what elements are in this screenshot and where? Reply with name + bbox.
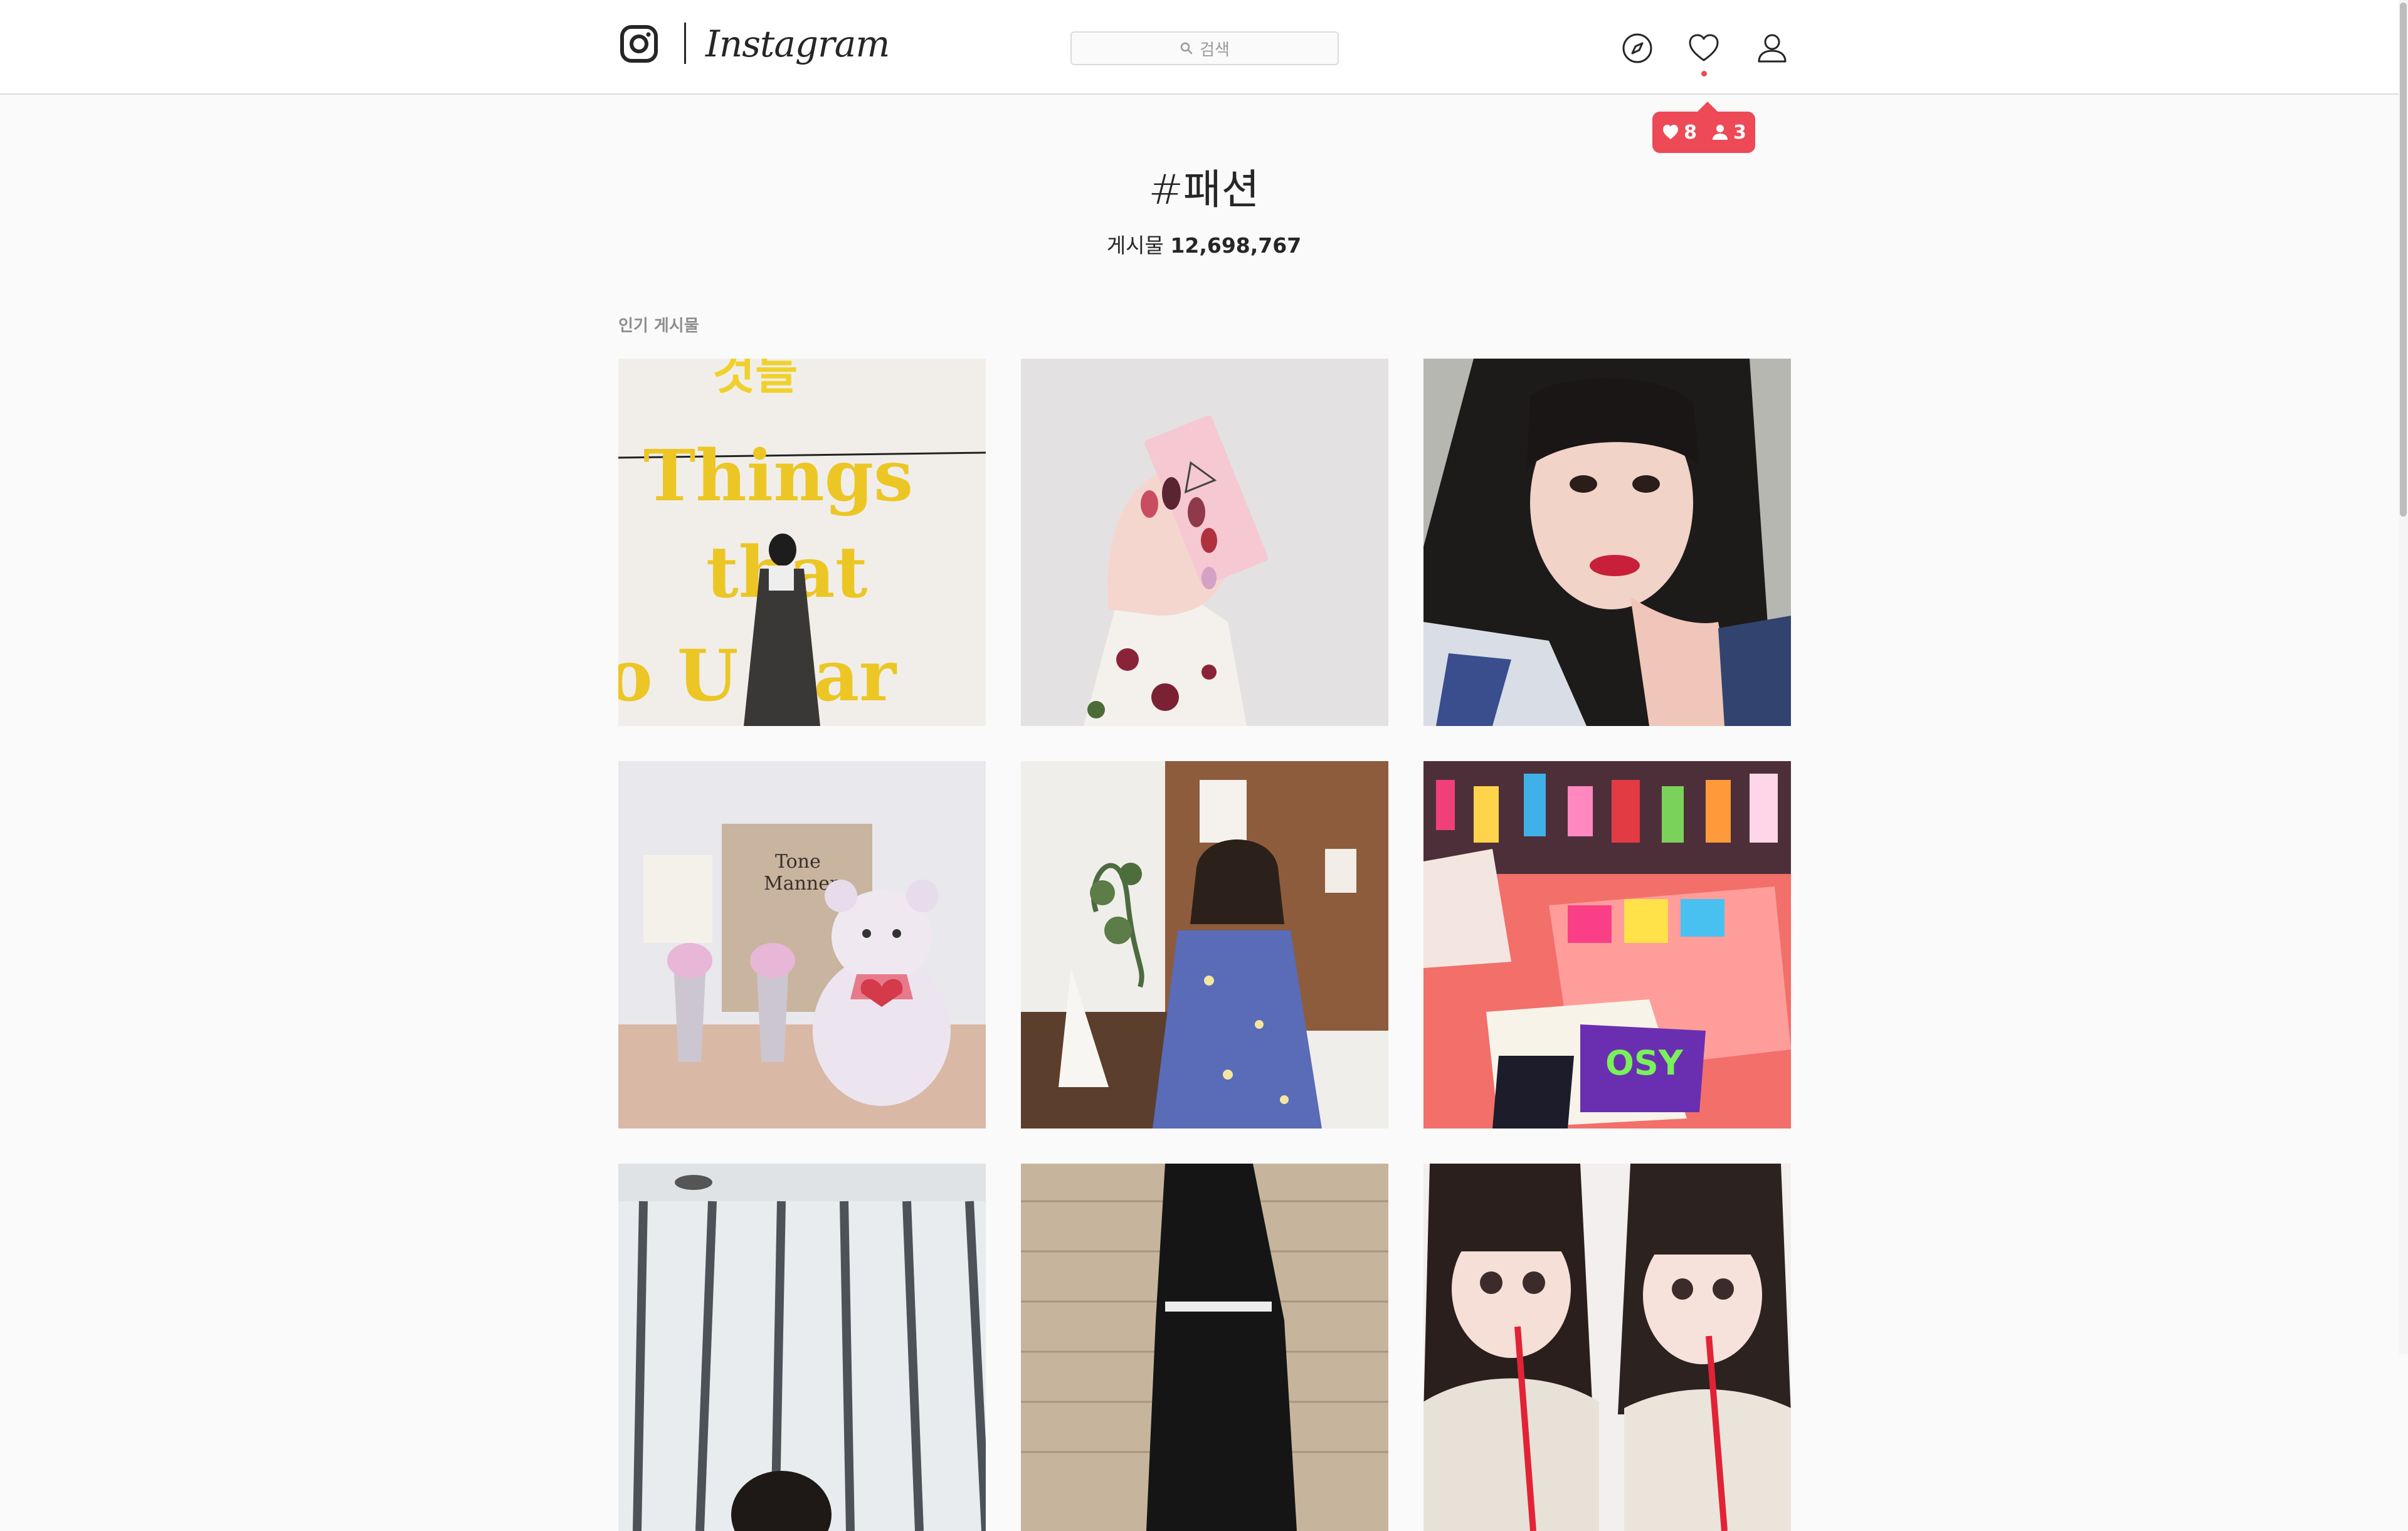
overlay-text-1: 것들	[712, 359, 798, 400]
activity-notification-popup[interactable]: 8 3	[1652, 102, 1755, 153]
post-image	[1021, 359, 1388, 726]
post-image	[1423, 359, 1791, 726]
post-thumbnail[interactable]: OSY	[1423, 761, 1791, 1129]
activity-indicator-dot	[1701, 71, 1707, 76]
post-count: 게시물 12,698,767	[0, 231, 2408, 261]
top-posts-grid: 것들 Things that o U Par	[618, 359, 1791, 1531]
svg-text:OSY: OSY	[1605, 1043, 1684, 1083]
brand-divider	[684, 23, 686, 64]
compass-icon	[1622, 33, 1652, 63]
follows-notification: 3	[1711, 122, 1746, 144]
post-thumbnail[interactable]	[1021, 1164, 1388, 1531]
likes-count: 8	[1684, 121, 1697, 144]
search-placeholder: 검색	[1200, 40, 1230, 60]
post-thumbnail[interactable]	[618, 1164, 986, 1531]
person-icon	[1758, 34, 1787, 63]
top-posts-label: 인기 게시물	[618, 317, 699, 335]
page-scrollbar-thumb[interactable]	[2400, 3, 2407, 517]
post-image: Tone Manner	[618, 761, 986, 1129]
post-thumbnail[interactable]	[1021, 359, 1388, 726]
instagram-wordmark[interactable]: Instagram	[705, 19, 890, 69]
follows-count: 3	[1733, 121, 1746, 144]
activity-button[interactable]	[1686, 30, 1722, 66]
instagram-glyph-icon[interactable]	[620, 24, 658, 63]
post-thumbnail[interactable]	[1423, 359, 1791, 726]
heart-filled-icon	[1663, 125, 1679, 139]
post-thumbnail[interactable]	[1021, 761, 1388, 1129]
person-filled-icon	[1713, 125, 1728, 140]
profile-button[interactable]	[1754, 30, 1790, 66]
post-image	[618, 1164, 986, 1531]
hashtag-title: #패션	[1148, 166, 1260, 214]
post-image	[1021, 1164, 1388, 1531]
explore-button[interactable]	[1619, 30, 1656, 66]
svg-text:Tone: Tone	[775, 851, 821, 873]
post-image	[1021, 761, 1388, 1129]
heart-icon	[1689, 34, 1719, 61]
search-input[interactable]: 검색	[1070, 31, 1339, 65]
post-thumbnail[interactable]: 것들 Things that o U Par	[618, 359, 986, 726]
post-image	[1423, 1164, 1791, 1531]
post-thumbnail[interactable]	[1423, 1164, 1791, 1531]
top-navigation-bar: Instagram 검색	[0, 0, 2399, 95]
post-count-label: 게시물	[1106, 233, 1164, 258]
post-image: OSY	[1423, 761, 1791, 1129]
search-icon	[1180, 42, 1193, 55]
likes-notification: 8	[1661, 122, 1697, 144]
post-image: 것들 Things that o U Par	[618, 359, 986, 726]
post-thumbnail[interactable]: Tone Manner	[618, 761, 986, 1129]
post-count-value: 12,698,767	[1170, 233, 1302, 258]
overlay-text-2: Things	[643, 435, 913, 517]
